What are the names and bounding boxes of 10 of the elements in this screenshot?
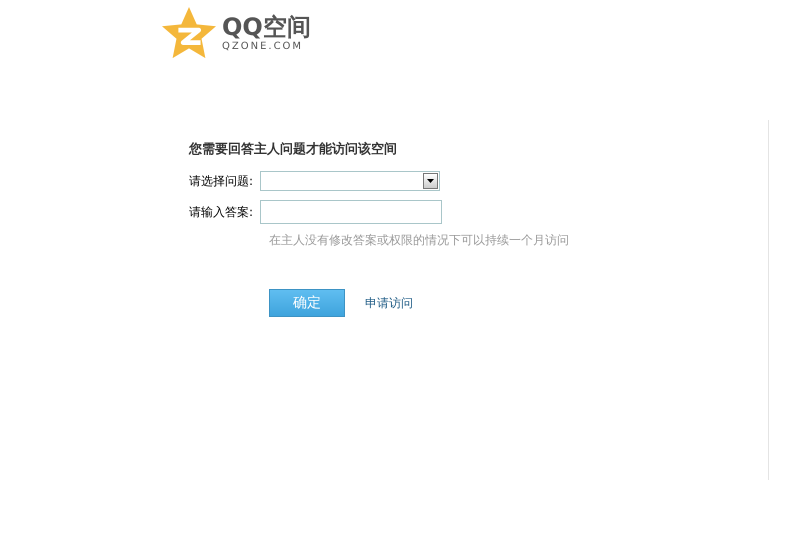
logo-title: QQ空间: [222, 14, 311, 38]
question-label: 请选择问题:: [189, 172, 254, 190]
answer-label: 请输入答案:: [189, 204, 254, 220]
note-text: 在主人没有修改答案或权限的情况下可以持续一个月访问: [269, 232, 570, 249]
form-heading: 您需要回答主人问题才能访问该空间: [189, 140, 398, 158]
question-select[interactable]: [260, 171, 440, 191]
request-access-link[interactable]: 申请访问: [365, 294, 413, 312]
star-logo-icon: [160, 6, 218, 60]
answer-input[interactable]: [260, 200, 442, 224]
logo-subtitle: QZONE.COM: [222, 42, 304, 52]
